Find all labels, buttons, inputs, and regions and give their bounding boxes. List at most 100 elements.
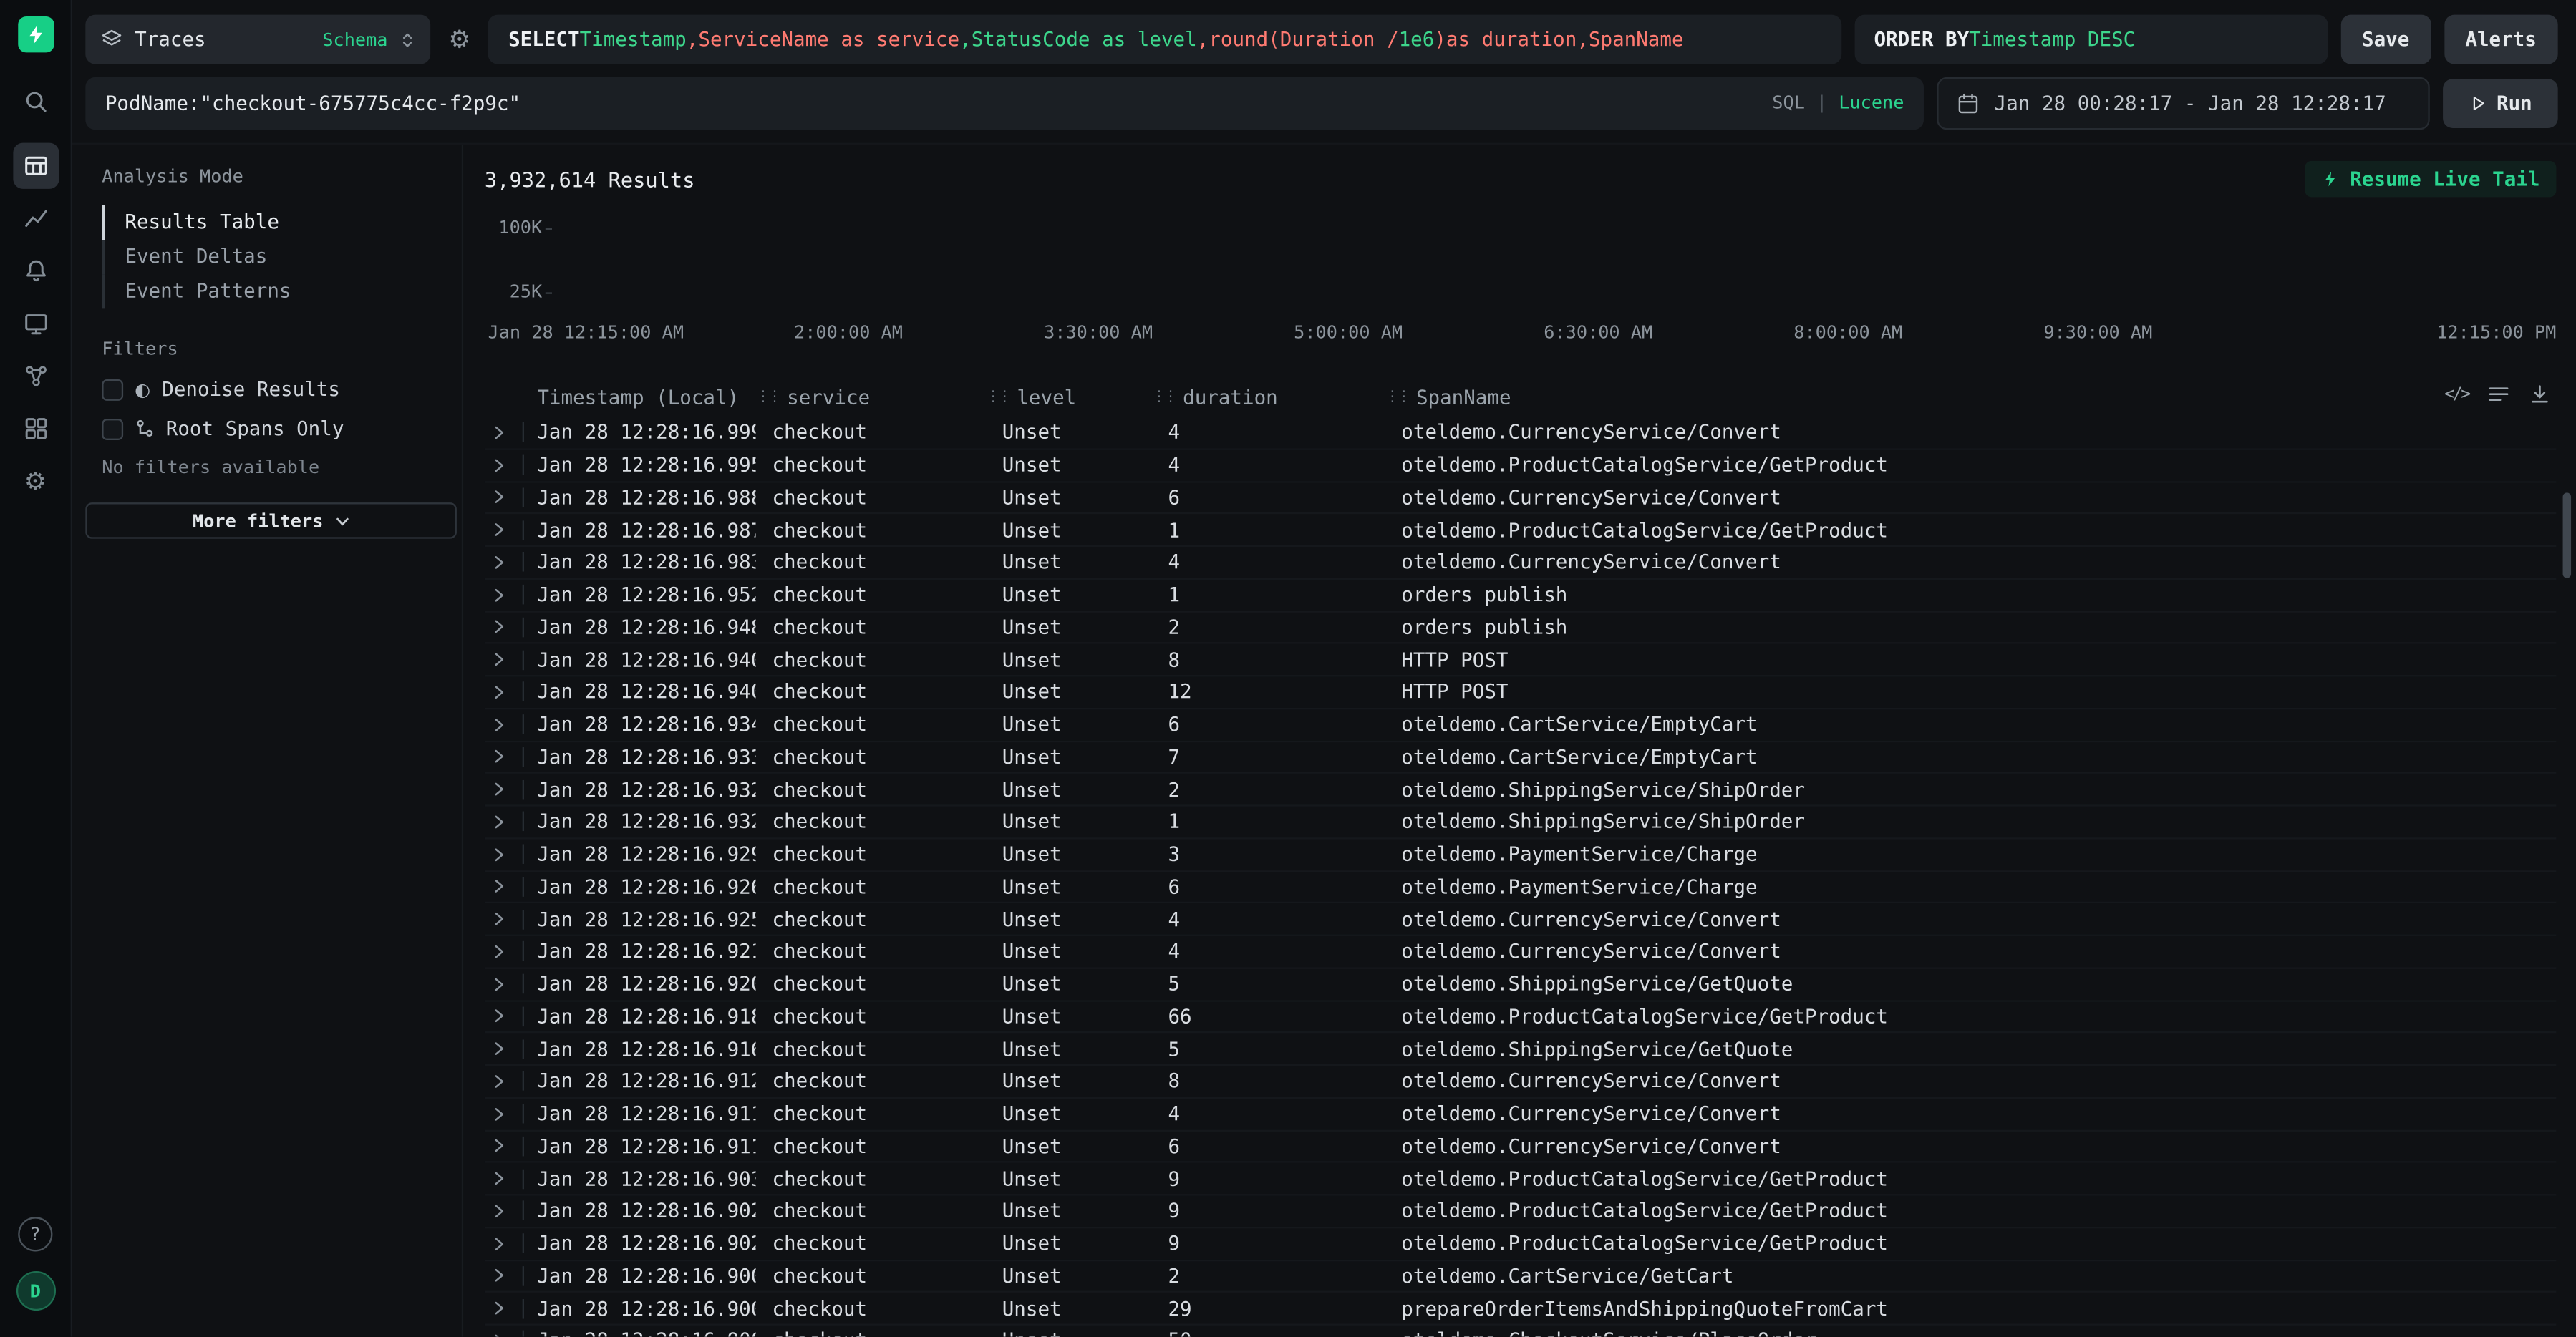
- app-logo[interactable]: [17, 16, 53, 52]
- table-row[interactable]: Jan 28 12:28:16.999 PM checkout Unset 4 …: [485, 417, 2556, 449]
- download-icon[interactable]: [2528, 383, 2551, 406]
- query-settings-button[interactable]: ⚙: [444, 27, 476, 52]
- expand-chevron-icon[interactable]: [490, 811, 508, 832]
- table-row[interactable]: Jan 28 12:28:16.911 PM checkout Unset 6 …: [485, 1131, 2556, 1163]
- user-avatar[interactable]: D: [16, 1271, 55, 1311]
- drag-handle-icon[interactable]: ⋮⋮: [756, 389, 779, 406]
- expand-chevron-icon[interactable]: [490, 1038, 508, 1059]
- table-row[interactable]: Jan 28 12:28:16.902 PM checkout Unset 9 …: [485, 1195, 2556, 1227]
- expand-chevron-icon[interactable]: [490, 876, 508, 898]
- nav-dashboards[interactable]: [12, 406, 58, 452]
- sql-select-editor[interactable]: SELECT Timestamp, ServiceName as service…: [489, 15, 1841, 64]
- table-row[interactable]: Jan 28 12:28:16.934 PM checkout Unset 6 …: [485, 709, 2556, 742]
- column-header-level[interactable]: ⋮⋮level: [986, 386, 1152, 409]
- table-row[interactable]: Jan 28 12:28:16.911 PM checkout Unset 4 …: [485, 1099, 2556, 1131]
- expand-chevron-icon[interactable]: [490, 454, 508, 476]
- checkbox[interactable]: [102, 379, 123, 400]
- analysis-mode-event-deltas[interactable]: Event Deltas: [102, 240, 445, 274]
- language-lucene-option[interactable]: Lucene: [1839, 92, 1904, 113]
- table-row[interactable]: Jan 28 12:28:16.900 PM checkout Unset 29…: [485, 1293, 2556, 1325]
- run-button[interactable]: Run: [2443, 78, 2558, 127]
- analysis-mode-event-patterns[interactable]: Event Patterns: [102, 274, 445, 308]
- table-row[interactable]: Jan 28 12:28:16.952 PM checkout Unset 1 …: [485, 579, 2556, 611]
- wrap-lines-icon[interactable]: [2487, 383, 2510, 406]
- nav-services[interactable]: [12, 353, 58, 399]
- expand-chevron-icon[interactable]: [490, 681, 508, 703]
- table-row[interactable]: Jan 28 12:28:16.912 PM checkout Unset 8 …: [485, 1066, 2556, 1098]
- table-row[interactable]: Jan 28 12:28:16.932 PM checkout Unset 2 …: [485, 774, 2556, 806]
- resume-live-tail-button[interactable]: Resume Live Tail: [2305, 161, 2556, 197]
- expand-chevron-icon[interactable]: [490, 908, 508, 930]
- table-row[interactable]: Jan 28 12:28:16.903 PM checkout Unset 9 …: [485, 1163, 2556, 1195]
- expand-chevron-icon[interactable]: [490, 844, 508, 865]
- expand-chevron-icon[interactable]: [490, 1233, 508, 1254]
- save-button[interactable]: Save: [2340, 15, 2431, 64]
- expand-chevron-icon[interactable]: [490, 1330, 508, 1336]
- nav-alerts[interactable]: [12, 248, 58, 293]
- table-row[interactable]: Jan 28 12:28:16.988 PM checkout Unset 6 …: [485, 482, 2556, 514]
- schema-label[interactable]: Schema: [322, 29, 387, 50]
- expand-chevron-icon[interactable]: [490, 519, 508, 540]
- expand-chevron-icon[interactable]: [490, 1135, 508, 1157]
- drag-handle-icon[interactable]: ⋮⋮: [986, 389, 1009, 406]
- drag-handle-icon[interactable]: ⋮⋮: [1385, 389, 1408, 406]
- date-range-picker[interactable]: Jan 28 00:28:17 - Jan 28 12:28:17: [1937, 77, 2429, 129]
- table-row[interactable]: Jan 28 12:28:16.900 PM checkout Unset 50…: [485, 1326, 2556, 1337]
- table-row[interactable]: Jan 28 12:28:16.920 PM checkout Unset 5 …: [485, 968, 2556, 1001]
- table-row[interactable]: Jan 28 12:28:16.940 PM checkout Unset 12…: [485, 676, 2556, 709]
- expand-chevron-icon[interactable]: [490, 1298, 508, 1319]
- nav-chart-explorer[interactable]: [12, 195, 58, 241]
- vertical-scrollbar[interactable]: [2563, 492, 2571, 578]
- search-input[interactable]: PodName:"checkout-675775c4cc-f2p9c" SQL …: [85, 77, 1924, 129]
- drag-handle-icon[interactable]: ⋮⋮: [1152, 389, 1175, 406]
- column-header-service[interactable]: ⋮⋮service: [756, 386, 986, 409]
- order-by-editor[interactable]: ORDER BY Timestamp DESC: [1854, 15, 2328, 64]
- table-row[interactable]: Jan 28 12:28:16.983 PM checkout Unset 4 …: [485, 547, 2556, 579]
- table-row[interactable]: Jan 28 12:28:16.916 PM checkout Unset 5 …: [485, 1034, 2556, 1066]
- alerts-button[interactable]: Alerts: [2444, 15, 2558, 64]
- table-row[interactable]: Jan 28 12:28:16.987 PM checkout Unset 1 …: [485, 515, 2556, 547]
- expand-chevron-icon[interactable]: [490, 1168, 508, 1190]
- table-row[interactable]: Jan 28 12:28:16.929 PM checkout Unset 3 …: [485, 839, 2556, 871]
- nav-search[interactable]: [12, 79, 58, 125]
- table-row[interactable]: Jan 28 12:28:16.902 PM checkout Unset 9 …: [485, 1228, 2556, 1260]
- expand-chevron-icon[interactable]: [490, 779, 508, 800]
- filter-option-root-spans-only[interactable]: Root Spans Only: [102, 417, 445, 440]
- expand-chevron-icon[interactable]: [490, 1071, 508, 1092]
- table-row[interactable]: Jan 28 12:28:16.948 PM checkout Unset 2 …: [485, 612, 2556, 644]
- expand-chevron-icon[interactable]: [490, 1103, 508, 1124]
- table-row[interactable]: Jan 28 12:28:16.933 PM checkout Unset 7 …: [485, 742, 2556, 774]
- source-select[interactable]: Traces Schema: [85, 15, 430, 64]
- table-row[interactable]: Jan 28 12:28:16.932 PM checkout Unset 1 …: [485, 807, 2556, 839]
- table-row[interactable]: Jan 28 12:28:16.926 PM checkout Unset 6 …: [485, 871, 2556, 903]
- table-row[interactable]: Jan 28 12:28:16.900 PM checkout Unset 2 …: [485, 1260, 2556, 1293]
- expand-chevron-icon[interactable]: [490, 941, 508, 963]
- column-header-spanname[interactable]: ⋮⋮SpanName: [1385, 386, 2556, 409]
- expand-chevron-icon[interactable]: [490, 747, 508, 768]
- column-header-timestamp-local-[interactable]: Timestamp (Local): [524, 386, 756, 409]
- expand-chevron-icon[interactable]: [490, 584, 508, 606]
- language-sql-option[interactable]: SQL: [1772, 92, 1805, 113]
- filter-option-denoise-results[interactable]: ◐Denoise Results: [102, 378, 445, 401]
- nav-sessions[interactable]: [12, 301, 58, 346]
- expand-chevron-icon[interactable]: [490, 1006, 508, 1027]
- table-row[interactable]: Jan 28 12:28:16.918 PM checkout Unset 66…: [485, 1001, 2556, 1034]
- checkbox[interactable]: [102, 418, 123, 439]
- expand-chevron-icon[interactable]: [490, 422, 508, 443]
- help-button[interactable]: ?: [18, 1217, 52, 1251]
- expand-chevron-icon[interactable]: [490, 487, 508, 508]
- expand-chevron-icon[interactable]: [490, 1265, 508, 1287]
- expand-chevron-icon[interactable]: [490, 552, 508, 573]
- expand-chevron-icon[interactable]: [490, 1200, 508, 1222]
- nav-settings[interactable]: ⚙: [12, 458, 58, 504]
- nav-results-explorer[interactable]: [12, 143, 58, 189]
- table-row[interactable]: Jan 28 12:28:16.995 PM checkout Unset 4 …: [485, 449, 2556, 482]
- expand-chevron-icon[interactable]: [490, 649, 508, 671]
- analysis-mode-results-table[interactable]: Results Table: [102, 205, 445, 240]
- table-row[interactable]: Jan 28 12:28:16.925 PM checkout Unset 4 …: [485, 904, 2556, 936]
- expand-chevron-icon[interactable]: [490, 973, 508, 995]
- column-header-duration[interactable]: ⋮⋮duration: [1152, 386, 1385, 409]
- expand-chevron-icon[interactable]: [490, 714, 508, 735]
- more-filters-button[interactable]: More filters: [85, 502, 457, 538]
- table-row[interactable]: Jan 28 12:28:16.921 PM checkout Unset 4 …: [485, 936, 2556, 968]
